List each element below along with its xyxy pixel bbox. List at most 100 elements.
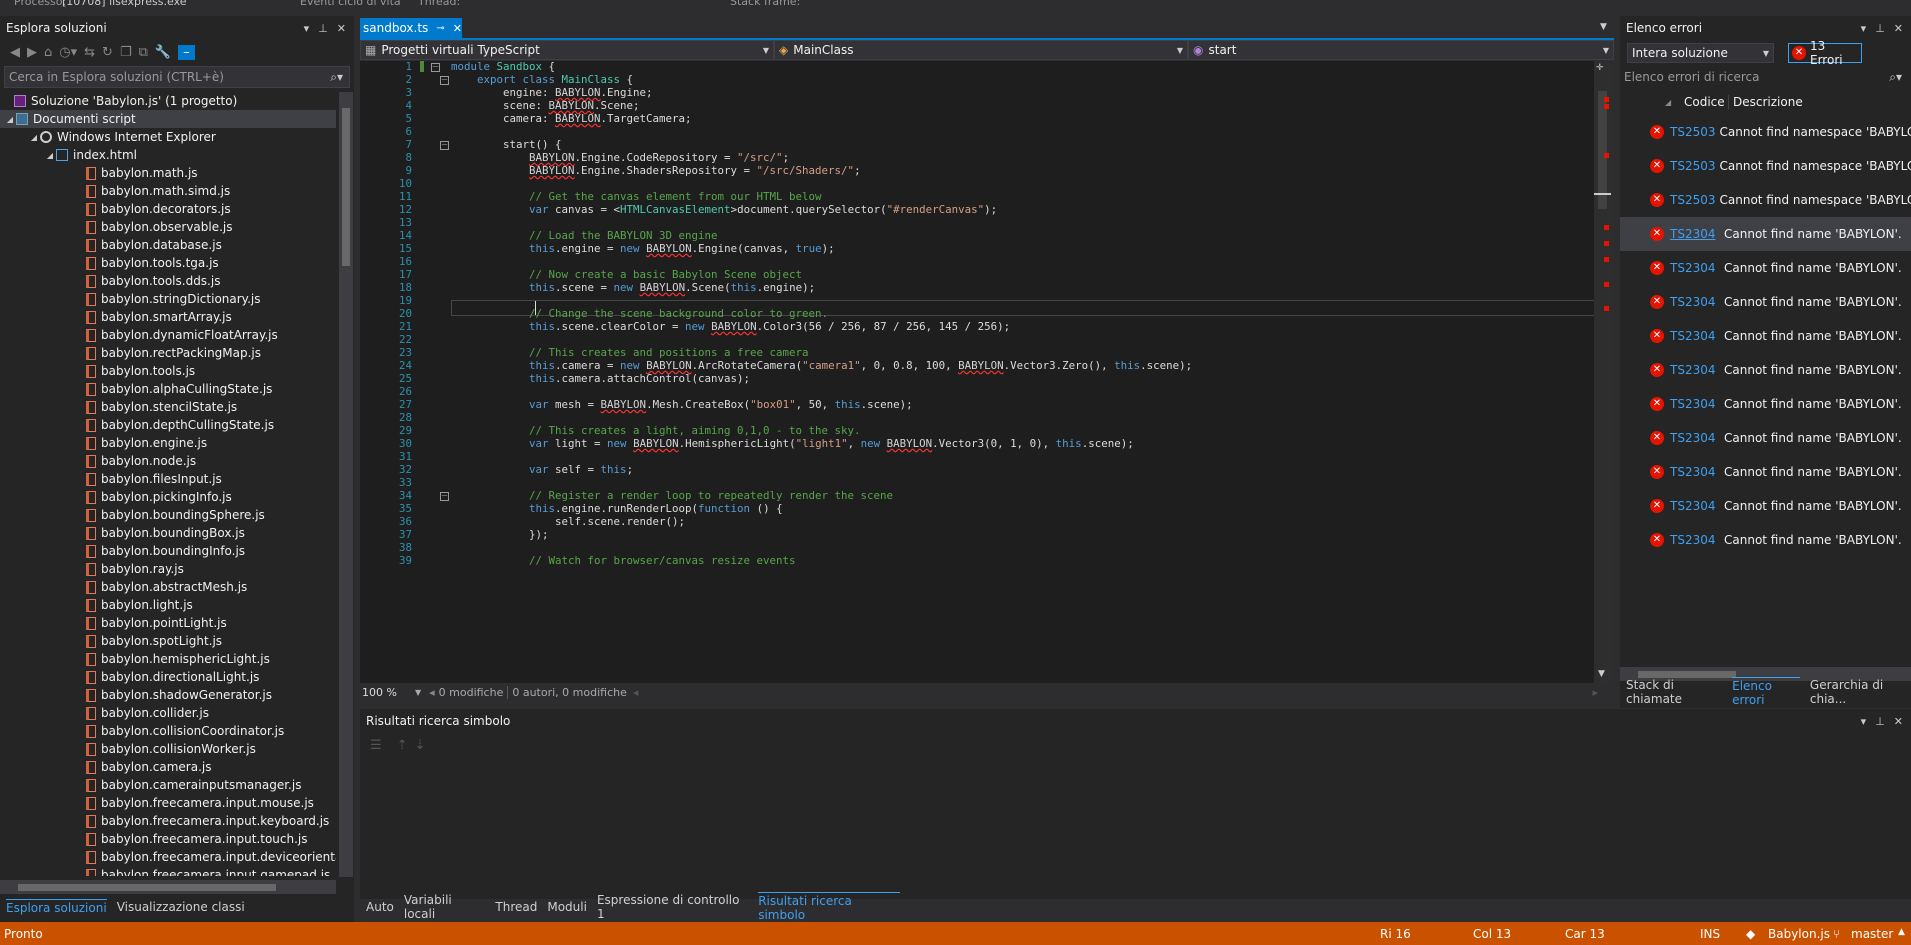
- error-list-search-input[interactable]: Elenco errori di ricerca ⌕▾: [1620, 66, 1906, 88]
- error-code-link[interactable]: TS2304: [1670, 465, 1720, 479]
- tree-item[interactable]: ◢ index.html: [0, 146, 336, 164]
- preview-icon[interactable]: –: [178, 44, 195, 60]
- code-line[interactable]: var mesh = BABYLON.Mesh.CreateBox("box01…: [451, 397, 913, 413]
- previous-icon[interactable]: ⇡: [397, 738, 408, 753]
- error-row[interactable]: ✕ TS2304 Cannot find name 'BABYLON'.: [1620, 251, 1911, 285]
- tree-item[interactable]: babylon.dynamicFloatArray.js: [0, 326, 336, 344]
- error-row[interactable]: ✕ TS2304 Cannot find name 'BABYLON'.: [1620, 285, 1911, 319]
- close-tab-icon[interactable]: ✕: [453, 22, 462, 35]
- column-header-code[interactable]: Codice: [1680, 95, 1728, 109]
- column-header-description[interactable]: Descrizione: [1728, 95, 1803, 109]
- error-marker[interactable]: [1604, 153, 1609, 158]
- collapse-all-icon[interactable]: ❐: [120, 45, 132, 60]
- code-line[interactable]: BABYLON.Engine.ShadersRepository = "/src…: [451, 163, 861, 179]
- tree-item[interactable]: babylon.stringDictionary.js: [0, 290, 336, 308]
- error-row[interactable]: ✕ TS2304 Cannot find name 'BABYLON'.: [1620, 421, 1911, 455]
- error-code-link[interactable]: TS2304: [1670, 295, 1720, 309]
- document-tab-sandbox[interactable]: sandbox.ts ⊸ ✕: [360, 18, 462, 38]
- error-marker[interactable]: [1604, 225, 1609, 230]
- code-line[interactable]: var light = new BABYLON.HemisphericLight…: [451, 436, 1134, 452]
- error-code-link[interactable]: TS2304: [1670, 261, 1720, 275]
- code-line[interactable]: });: [451, 527, 549, 543]
- tree-item[interactable]: babylon.hemisphericLight.js: [0, 650, 336, 668]
- tree-item[interactable]: babylon.depthCullingState.js: [0, 416, 336, 434]
- scroll-thumb[interactable]: [18, 884, 276, 891]
- code-editor[interactable]: 1–2–3 4 5 6 7–8 9 10 11 12 13 14 15 16 17 18 19 20 21 22 23…: [360, 61, 1607, 683]
- tree-item[interactable]: babylon.database.js: [0, 236, 336, 254]
- tree-item[interactable]: babylon.camera.js: [0, 758, 336, 776]
- tree-item[interactable]: babylon.boundingInfo.js: [0, 542, 336, 560]
- tab-symbol-results[interactable]: Risultati ricerca simbolo: [758, 892, 901, 922]
- tree-item[interactable]: babylon.tools.js: [0, 362, 336, 380]
- error-code-link[interactable]: TS2503: [1670, 125, 1716, 139]
- tab-watch-1[interactable]: Espressione di controllo 1: [597, 893, 748, 921]
- tree-item[interactable]: babylon.freecamera.input.keyboard.js: [0, 812, 336, 830]
- tree-item[interactable]: babylon.node.js: [0, 452, 336, 470]
- expand-arrow-icon[interactable]: ◢: [28, 133, 40, 142]
- error-row[interactable]: ✕ TS2304 Cannot find name 'BABYLON'.: [1620, 523, 1911, 557]
- tree-item[interactable]: babylon.alphaCullingState.js: [0, 380, 336, 398]
- code-line[interactable]: // Watch for browser/canvas resize event…: [451, 553, 796, 569]
- error-row[interactable]: ✕ TS2503 Cannot find namespace 'BABYLON: [1620, 183, 1911, 217]
- search-icon[interactable]: ⌕▾: [1889, 70, 1906, 85]
- forward-icon[interactable]: ▶: [27, 45, 37, 60]
- tree-item[interactable]: babylon.tools.tga.js: [0, 254, 336, 272]
- tree-item[interactable]: babylon.directionalLight.js: [0, 668, 336, 686]
- properties-icon[interactable]: 🔧: [155, 45, 171, 60]
- tree-item[interactable]: Soluzione 'Babylon.js' (1 progetto): [0, 92, 336, 110]
- expand-arrow-icon[interactable]: ◢: [4, 115, 16, 124]
- refresh-icon[interactable]: ↻: [102, 45, 113, 60]
- tree-item[interactable]: babylon.observable.js: [0, 218, 336, 236]
- back-icon[interactable]: ◀: [10, 45, 20, 60]
- split-icon[interactable]: ✛: [1596, 63, 1604, 73]
- tab-locals[interactable]: Variabili locali: [404, 893, 486, 921]
- close-icon[interactable]: ✕: [337, 22, 346, 35]
- authors-indicator[interactable]: 0 autori, 0 modifiche: [507, 685, 627, 699]
- tab-call-stack[interactable]: Stack di chiamate: [1626, 678, 1722, 706]
- error-code-link[interactable]: TS2304: [1670, 533, 1720, 547]
- error-marker[interactable]: [1604, 104, 1609, 109]
- tab-auto[interactable]: Auto: [366, 900, 394, 914]
- tree-item[interactable]: babylon.pickingInfo.js: [0, 488, 336, 506]
- fold-toggle-icon[interactable]: –: [431, 63, 440, 72]
- chevron-up-icon[interactable]: ▲: [1898, 927, 1905, 937]
- tree-item[interactable]: babylon.math.js: [0, 164, 336, 182]
- repo-icon[interactable]: ◆: [1746, 927, 1755, 941]
- error-row[interactable]: ✕ TS2304 Cannot find name 'BABYLON'.: [1620, 353, 1911, 387]
- error-marker[interactable]: [1604, 282, 1609, 287]
- error-marker[interactable]: [1604, 241, 1609, 246]
- status-repository[interactable]: Babylon.js: [1768, 927, 1830, 941]
- tab-overflow-icon[interactable]: ▼: [1600, 22, 1607, 32]
- search-icon[interactable]: ⌕▾: [330, 70, 349, 85]
- code-line[interactable]: this.engine = new BABYLON.Engine(canvas,…: [451, 241, 835, 257]
- pin-icon[interactable]: ⊥: [1875, 22, 1885, 35]
- error-row[interactable]: ✕ TS2304 Cannot find name 'BABYLON'.: [1620, 387, 1911, 421]
- error-code-link[interactable]: TS2503: [1670, 159, 1716, 173]
- error-marker[interactable]: [1604, 97, 1609, 102]
- tree-item[interactable]: babylon.light.js: [0, 596, 336, 614]
- tree-item[interactable]: babylon.tools.dds.js: [0, 272, 336, 290]
- tree-item[interactable]: babylon.smartArray.js: [0, 308, 336, 326]
- solution-tree-vscrollbar[interactable]: [339, 92, 353, 877]
- tree-item[interactable]: babylon.collisionWorker.js: [0, 740, 336, 758]
- close-icon[interactable]: ✕: [1894, 22, 1903, 35]
- error-code-link[interactable]: TS2304: [1670, 227, 1720, 241]
- next-icon[interactable]: ⇣: [415, 738, 426, 753]
- scroll-thumb[interactable]: [342, 108, 350, 266]
- code-line[interactable]: this.scene = new BABYLON.Scene(this.engi…: [451, 280, 815, 296]
- error-code-link[interactable]: TS2304: [1670, 397, 1720, 411]
- error-marker[interactable]: [1604, 257, 1609, 262]
- tree-item[interactable]: babylon.abstractMesh.js: [0, 578, 336, 596]
- tree-item[interactable]: babylon.decorators.js: [0, 200, 336, 218]
- tree-item[interactable]: ◢ Documenti script: [0, 110, 336, 128]
- tree-item[interactable]: babylon.filesInput.js: [0, 470, 336, 488]
- sync-icon[interactable]: ⇆: [84, 45, 95, 60]
- tree-item[interactable]: babylon.collider.js: [0, 704, 336, 722]
- changes-indicator[interactable]: 0 modifiche: [439, 686, 504, 699]
- error-row[interactable]: ✕ TS2503 Cannot find namespace 'BABYLON: [1620, 149, 1911, 183]
- tree-item[interactable]: babylon.shadowGenerator.js: [0, 686, 336, 704]
- project-dropdown[interactable]: ▦ Progetti virtuali TypeScript ▼: [360, 40, 774, 60]
- error-code-link[interactable]: TS2304: [1670, 499, 1720, 513]
- tree-item[interactable]: ◢ Windows Internet Explorer: [0, 128, 336, 146]
- expand-arrow-icon[interactable]: ◢: [44, 151, 56, 160]
